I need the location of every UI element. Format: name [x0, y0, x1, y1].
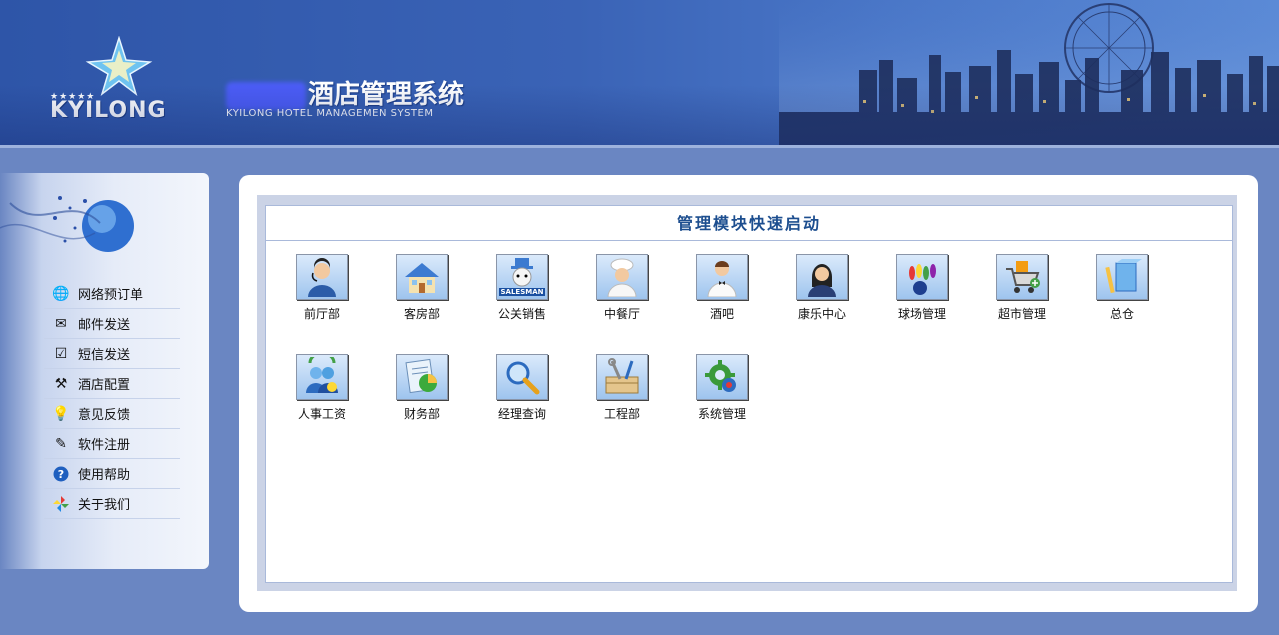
logo-text: KYILONG — [50, 98, 167, 123]
sidebar-item-label: 关于我们 — [78, 498, 131, 513]
module-warehouse[interactable]: 总仓 — [1082, 254, 1162, 322]
envelope-icon: ✉ — [55, 315, 67, 332]
sidebar-item-label: 酒店配置 — [78, 378, 131, 393]
module-area: 管理模块快速启动 前厅部 客房部 SALESMAN 公关销售 中餐厅 酒吧 康乐… — [265, 205, 1233, 583]
module-label: 超市管理 — [997, 307, 1046, 321]
module-supermarket[interactable]: 超市管理 — [982, 254, 1062, 322]
module-manager-query[interactable]: 经理查询 — [482, 354, 562, 422]
sidebar-item-label: 意见反馈 — [78, 408, 131, 423]
module-label: 系统管理 — [697, 407, 746, 421]
redacted-name — [226, 81, 306, 110]
receptionist-icon — [296, 254, 348, 300]
sidebar-item-label: 软件注册 — [78, 438, 131, 453]
module-label: 工程部 — [603, 407, 640, 421]
shopping-cart-icon — [996, 254, 1048, 300]
header-separator — [0, 145, 1279, 148]
gear-icon — [696, 354, 748, 400]
module-system-management[interactable]: 系统管理 — [682, 354, 762, 422]
house-icon — [396, 254, 448, 300]
globe-decoration-image — [0, 196, 134, 252]
sidebar-item-help[interactable]: ? 使用帮助 — [44, 459, 180, 489]
sidebar-item-label: 网络预订单 — [78, 288, 144, 303]
module-housekeeping[interactable]: 客房部 — [382, 254, 462, 322]
module-label: 财务部 — [403, 407, 440, 421]
pencil-note-icon: ✎ — [55, 435, 67, 452]
pinwheel-icon — [52, 495, 70, 513]
module-label: 客房部 — [403, 307, 440, 321]
module-chinese-restaurant[interactable]: 中餐厅 — [582, 254, 662, 322]
sidebar-item-mail[interactable]: ✉ 邮件发送 — [44, 309, 180, 339]
module-hr-payroll[interactable]: 人事工资 — [282, 354, 362, 422]
star-logo-icon — [85, 36, 153, 96]
help-icon: ? — [52, 465, 70, 483]
module-label: 总仓 — [1109, 307, 1134, 321]
warehouse-icon — [1096, 254, 1148, 300]
sidebar-item-about[interactable]: 关于我们 — [44, 489, 180, 519]
system-title: 酒店管理系统 — [226, 74, 464, 111]
module-recreation-center[interactable]: 康乐中心 — [782, 254, 862, 322]
tools-icon: ⚒ — [54, 375, 68, 392]
woman-icon — [796, 254, 848, 300]
module-bar[interactable]: 酒吧 — [682, 254, 762, 322]
system-title-text: 酒店管理系统 — [308, 80, 465, 110]
module-label: 康乐中心 — [797, 307, 846, 321]
kyilong-logo: ★★★★★ KYILONG — [44, 36, 194, 126]
module-frame: 管理模块快速启动 前厅部 客房部 SALESMAN 公关销售 中餐厅 酒吧 康乐… — [257, 195, 1237, 591]
module-front-desk[interactable]: 前厅部 — [282, 254, 362, 322]
sidebar-item-register[interactable]: ✎ 软件注册 — [44, 429, 180, 459]
sidebar-menu: 🌐 网络预订单 ✉ 邮件发送 ☑ 短信发送 ⚒ 酒店配置 💡 意见反馈 ✎ 软件… — [44, 279, 180, 519]
sidebar-item-feedback[interactable]: 💡 意见反馈 — [44, 399, 180, 429]
sidebar-item-hotel-config[interactable]: ⚒ 酒店配置 — [44, 369, 180, 399]
sidebar-item-sms[interactable]: ☑ 短信发送 — [44, 339, 180, 369]
sidebar-item-label: 使用帮助 — [78, 468, 131, 483]
panel-title: 管理模块快速启动 — [266, 206, 1232, 241]
module-label: 经理查询 — [497, 407, 546, 421]
magnifier-icon — [496, 354, 548, 400]
chef-icon — [596, 254, 648, 300]
salesman-icon: SALESMAN — [496, 254, 548, 300]
module-finance[interactable]: 财务部 — [382, 354, 462, 422]
sidebar-item-online-booking[interactable]: 🌐 网络预订单 — [44, 279, 180, 309]
module-label: 公关销售 — [497, 307, 546, 321]
module-court-management[interactable]: 球场管理 — [882, 254, 962, 322]
waiter-icon — [696, 254, 748, 300]
people-icon — [296, 354, 348, 400]
module-sales[interactable]: SALESMAN 公关销售 — [482, 254, 562, 322]
module-label: 酒吧 — [709, 307, 734, 321]
globe-icon: 🌐 — [52, 285, 70, 302]
logo-stars: ★★★★★ — [50, 92, 96, 102]
checkbox-icon: ☑ — [54, 345, 68, 362]
svg-text:?: ? — [58, 468, 64, 481]
toolbox-icon — [596, 354, 648, 400]
city-skyline-image — [779, 0, 1279, 145]
module-engineering[interactable]: 工程部 — [582, 354, 662, 422]
finance-chart-icon — [396, 354, 448, 400]
main-panel: 管理模块快速启动 前厅部 客房部 SALESMAN 公关销售 中餐厅 酒吧 康乐… — [239, 175, 1258, 612]
bowling-icon — [896, 254, 948, 300]
system-subtitle: KYILONG HOTEL MANAGEMEN SYSTEM — [226, 108, 434, 119]
sidebar: 🌐 网络预订单 ✉ 邮件发送 ☑ 短信发送 ⚒ 酒店配置 💡 意见反馈 ✎ 软件… — [0, 173, 209, 569]
sidebar-item-label: 邮件发送 — [78, 318, 131, 333]
sidebar-item-label: 短信发送 — [78, 348, 131, 363]
module-label: 人事工资 — [297, 407, 346, 421]
module-label: 中餐厅 — [603, 307, 640, 321]
module-label: 前厅部 — [303, 307, 340, 321]
lightbulb-icon: 💡 — [52, 405, 70, 422]
header-banner: ★★★★★ KYILONG 酒店管理系统 KYILONG HOTEL MANAG… — [0, 0, 1279, 145]
module-label: 球场管理 — [897, 307, 946, 321]
salesman-badge: SALESMAN — [498, 288, 546, 296]
